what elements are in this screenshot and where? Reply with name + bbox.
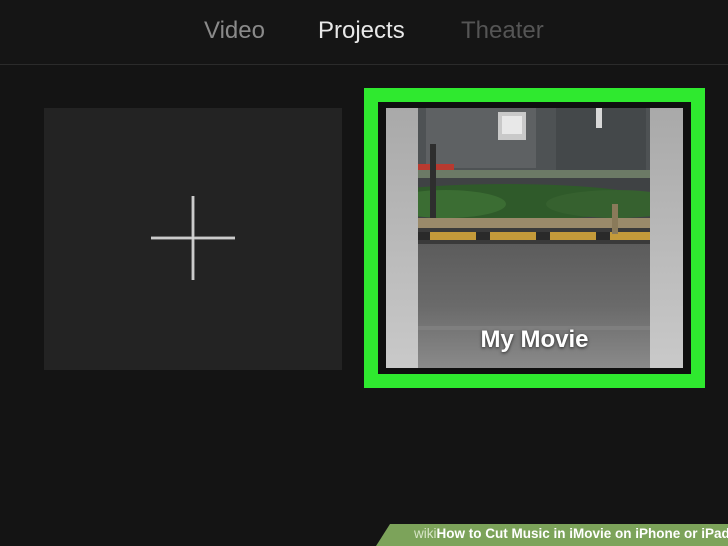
tab-bar-divider bbox=[0, 64, 728, 65]
watermark-text: wikiHow to Cut Music in iMovie on iPhone… bbox=[414, 526, 728, 541]
tab-theater[interactable]: Theater bbox=[461, 16, 544, 46]
imovie-screen: Video Projects Theater My Movie wikiHow … bbox=[0, 0, 728, 546]
project-thumbnail: My Movie bbox=[386, 108, 683, 368]
project-title: My Movie bbox=[480, 326, 589, 353]
tab-bar: Video Projects Theater bbox=[0, 0, 728, 65]
tab-projects[interactable]: Projects bbox=[318, 16, 405, 46]
plus-icon bbox=[151, 196, 235, 280]
watermark-wiki: wiki bbox=[414, 526, 437, 541]
project-tile-highlight[interactable]: My Movie bbox=[364, 88, 705, 388]
new-project-button[interactable] bbox=[44, 108, 342, 370]
watermark-banner: wikiHow to Cut Music in iMovie on iPhone… bbox=[376, 524, 728, 546]
tab-video[interactable]: Video bbox=[204, 16, 265, 46]
watermark-title: How to Cut Music in iMovie on iPhone or … bbox=[436, 526, 728, 541]
project-tile[interactable]: My Movie bbox=[378, 102, 691, 374]
